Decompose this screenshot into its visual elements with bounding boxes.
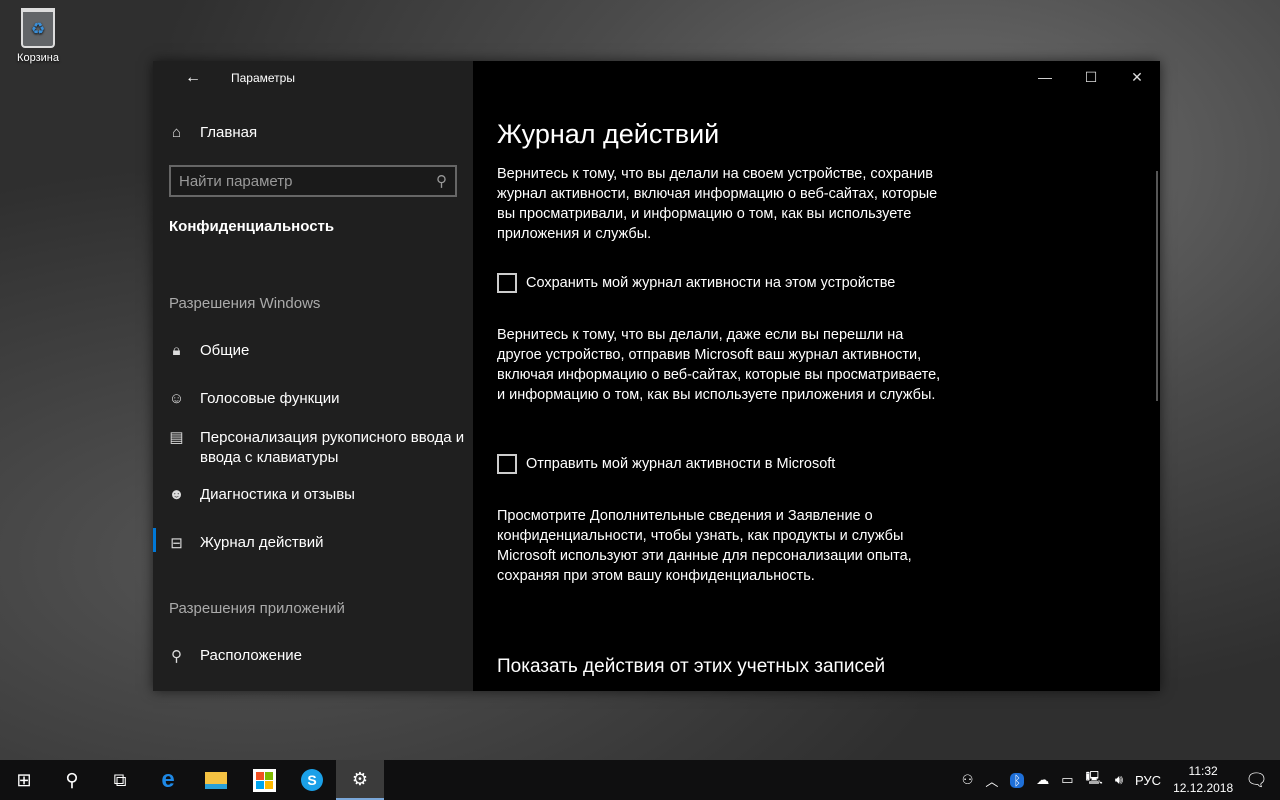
- sidebar-item-inking[interactable]: ▤ Персонализация рукописного ввода и ввод…: [153, 428, 473, 468]
- edge-icon: e: [161, 766, 175, 793]
- minimize-button[interactable]: —: [1022, 61, 1068, 93]
- language-indicator[interactable]: РУС: [1135, 773, 1161, 788]
- checkbox-store-history[interactable]: Сохранить мой журнал активности на этом …: [497, 273, 895, 293]
- recycle-bin[interactable]: ♻ Корзина: [10, 8, 66, 64]
- explorer-button[interactable]: [192, 760, 240, 800]
- home-icon: ⌂: [171, 124, 182, 141]
- windows-icon: ⊞: [16, 769, 32, 790]
- search-button[interactable]: ⚲: [48, 760, 96, 800]
- section-app-permissions: Разрешения приложений: [169, 600, 345, 617]
- feedback-icon: ☻: [168, 486, 185, 503]
- bluetooth-icon[interactable]: ᛒ: [1010, 772, 1025, 788]
- store-icon: [252, 768, 276, 792]
- edge-button[interactable]: e: [144, 760, 192, 800]
- sidebar-item-speech[interactable]: ☺ Голосовые функции: [153, 390, 473, 407]
- settings-taskbar-button[interactable]: ⚙: [336, 760, 384, 800]
- taskbar: ⊞ ⚲ ⧉ e S ⚙ ⚇ ︿ ᛒ ☁ ▭ 🖳︎ 🔊︎ РУС 11:32 12.…: [0, 760, 1280, 800]
- skype-button[interactable]: S: [288, 760, 336, 800]
- volume-icon[interactable]: 🔊︎: [1115, 772, 1123, 788]
- search-icon: ⚲: [436, 173, 447, 190]
- location-icon: ⚲: [171, 648, 182, 665]
- network-icon[interactable]: 🖳︎: [1085, 769, 1102, 791]
- battery-icon[interactable]: ▭: [1061, 772, 1073, 788]
- sidebar-item-diagnostics[interactable]: ☻ Диагностика и отзывы: [153, 486, 473, 503]
- section-windows-permissions: Разрешения Windows: [169, 295, 321, 312]
- sidebar-item-general[interactable]: 🔒︎ Общие: [153, 342, 473, 359]
- lock-icon: 🔒︎: [172, 342, 181, 359]
- category-title: Конфиденциальность: [169, 218, 335, 235]
- checkbox-send-history[interactable]: Отправить мой журнал активности в Micros…: [497, 454, 835, 474]
- speech-icon: ☺: [168, 390, 185, 407]
- clock[interactable]: 11:32 12.12.2018: [1173, 763, 1233, 797]
- settings-window: ← Параметры ⌂ Главная Найти параметр ⚲ Конф…: [153, 61, 1160, 691]
- action-center-icon[interactable]: 🗨︎: [1245, 770, 1268, 791]
- skype-icon: S: [301, 769, 323, 791]
- sidebar: ← Параметры ⌂ Главная Найти параметр ⚲ Конф…: [153, 61, 473, 691]
- description-local: Вернитесь к тому, что вы делали на своем…: [497, 166, 938, 242]
- gear-icon: ⚙: [351, 768, 369, 789]
- recycle-bin-label: Корзина: [17, 52, 59, 64]
- accounts-section-title: Показать действия от этих учетных записе…: [497, 656, 886, 677]
- clipboard-icon: ▤: [169, 429, 184, 446]
- back-arrow-icon[interactable]: ←: [185, 69, 215, 87]
- recycle-bin-icon: ♻: [21, 8, 55, 48]
- sidebar-item-home[interactable]: ⌂ Главная: [153, 124, 473, 141]
- task-view-icon: ⧉: [113, 769, 127, 790]
- chevron-up-icon[interactable]: ︿: [985, 771, 998, 790]
- checkbox-icon: [497, 273, 517, 293]
- scrollbar[interactable]: [1156, 171, 1158, 401]
- page-title: Журнал действий: [497, 119, 720, 149]
- maximize-button[interactable]: ☐: [1068, 61, 1114, 93]
- people-icon[interactable]: ⚇: [962, 772, 974, 788]
- timeline-icon: ⊟: [170, 535, 183, 552]
- start-button[interactable]: ⊞: [0, 760, 48, 800]
- window-title: Параметры: [231, 71, 295, 85]
- search-input[interactable]: Найти параметр ⚲: [169, 165, 457, 197]
- store-button[interactable]: [240, 760, 288, 800]
- search-icon: ⚲: [65, 769, 79, 790]
- folder-icon: [205, 771, 227, 789]
- description-cloud: Вернитесь к тому, что вы делали, даже ес…: [497, 327, 941, 403]
- privacy-info: Просмотрите Дополнительные сведения и За…: [497, 508, 912, 584]
- task-view-button[interactable]: ⧉: [96, 760, 144, 800]
- checkbox-icon: [497, 454, 517, 474]
- sidebar-item-location[interactable]: ⚲ Расположение: [153, 647, 473, 665]
- sidebar-item-activity-history[interactable]: ⊟ Журнал действий: [153, 534, 473, 552]
- close-button[interactable]: ✕: [1114, 61, 1160, 93]
- onedrive-icon[interactable]: ☁: [1036, 772, 1049, 788]
